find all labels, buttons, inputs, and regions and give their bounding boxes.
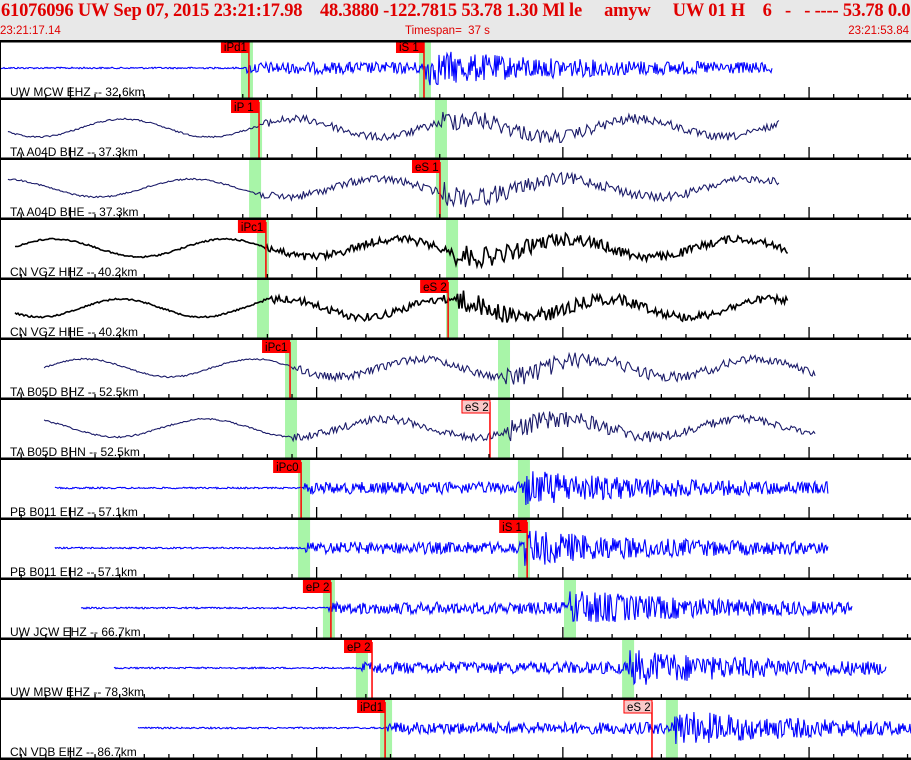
channel-panel[interactable]: iS 1 PB B011 EH2 -- 57.1km xyxy=(0,520,911,580)
arrival-window-band xyxy=(563,580,576,640)
phase-pick-label: eS 2 xyxy=(627,702,651,714)
channel-panel[interactable]: iP 1 TA A04D BHZ -- 37.3km xyxy=(0,100,911,160)
waveform-trace xyxy=(7,111,780,144)
phase-pick-label: iPd1 xyxy=(360,702,383,714)
channel-label: TA A04D BHZ -- 37.3km xyxy=(10,145,138,159)
channel-label: UW JCW EHZ -- 66.7km xyxy=(10,625,141,639)
phase-pick-label: eP 2 xyxy=(347,642,370,654)
phase-pick-label: eP 2 xyxy=(306,582,329,594)
phase-pick-label: iPc1 xyxy=(241,222,263,234)
waveform-trace xyxy=(0,51,773,86)
channel-label: CN VGZ HHZ -- 40.2km xyxy=(10,265,137,279)
arrival-window-band xyxy=(285,400,298,460)
waveform-trace xyxy=(113,650,887,686)
waveform-trace xyxy=(137,711,911,745)
phase-pick-label: iPd1 xyxy=(224,42,247,54)
phase-pick-label: iPc1 xyxy=(265,342,287,354)
channel-panel[interactable]: eP 2 UW MBW EHZ -- 78.3km xyxy=(0,640,911,700)
phase-pick-label: iS 1 xyxy=(399,42,419,54)
channel-label: CN VGZ HHE -- 40.2km xyxy=(10,325,138,339)
channel-panel[interactable]: iPc1 CN VGZ HHZ -- 40.2km xyxy=(0,220,911,280)
phase-pick-label: iS 1 xyxy=(502,522,522,534)
waveform-trace xyxy=(43,411,816,443)
channel-panel[interactable]: eP 2 UW JCW EHZ -- 66.7km xyxy=(0,580,911,640)
arrival-window-band xyxy=(249,160,262,220)
waveform-trace xyxy=(54,530,829,566)
channel-label: CN VDB EHZ -- 86.7km xyxy=(10,745,137,759)
waveform-trace xyxy=(80,591,853,623)
channel-panel[interactable]: iPc1TA B05D BHZ -- 52.5km xyxy=(0,340,911,400)
waveform-trace xyxy=(7,171,780,208)
phase-pick-label: iPc0 xyxy=(276,462,298,474)
channel-panel[interactable]: iPc0 PB B011 EHZ -- 57.1km xyxy=(0,460,911,520)
waveform-trace xyxy=(14,290,789,323)
phase-pick-label: eS 1 xyxy=(415,162,439,174)
channel-label: UW MCW EHZ -- 32.6km xyxy=(10,85,145,99)
channel-panel[interactable]: iPd1 iS 1 UW MCW EHZ -- 32.6km xyxy=(0,40,911,100)
phase-pick-label: eS 2 xyxy=(423,282,447,294)
channel-panel[interactable]: eS 2 TA B05D BHN -- 52.5km xyxy=(0,400,911,460)
phase-pick-label: iP 1 xyxy=(234,102,254,114)
event-title: 61076096 UW Sep 07, 2015 23:21:17.98 48.… xyxy=(1,1,911,21)
start-time: 23:21:17.14 xyxy=(0,25,61,37)
channel-panel[interactable]: eS 1TA A04D BHE -- 37.3km xyxy=(0,160,911,220)
event-header: 61076096 UW Sep 07, 2015 23:21:17.98 48.… xyxy=(0,0,911,40)
timespan-label: Timespan= 37 s xyxy=(405,25,490,37)
phase-pick-label: eS 2 xyxy=(465,402,489,414)
arrival-window-band xyxy=(434,100,447,160)
seismogram-panels[interactable]: iPd1 iS 1 UW MCW EHZ -- 32.6km iP 1 TA A04D … xyxy=(0,40,911,760)
channel-label: TA B05D BHN -- 52.5km xyxy=(10,445,140,459)
waveform-trace xyxy=(54,471,829,506)
waveform-trace xyxy=(43,351,816,385)
channel-label: UW MBW EHZ -- 78.3km xyxy=(10,685,144,699)
waveform-trace xyxy=(14,231,789,270)
channel-panel[interactable]: iPd1 eS 2 CN VDB EHZ -- 86.7km xyxy=(0,700,911,760)
channel-label: PB B011 EHZ -- 57.1km xyxy=(10,505,138,519)
channel-label: PB B011 EH2 -- 57.1km xyxy=(10,565,137,579)
channel-panel[interactable]: eS 2 CN VGZ HHE -- 40.2km xyxy=(0,280,911,340)
end-time: 23:21:53.84 xyxy=(848,25,909,37)
arrival-window-band xyxy=(256,280,269,340)
arrival-window-band xyxy=(298,520,311,580)
